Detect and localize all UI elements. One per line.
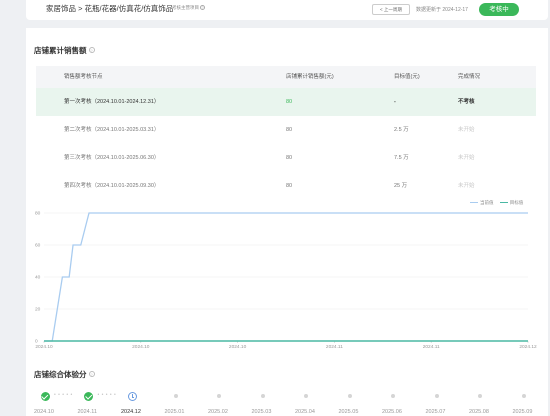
legend-label: 目标值 [509, 200, 524, 205]
assessment-node: 第三次考核（2024.10.01-2025.06.30） [64, 155, 160, 161]
timeline-connector: • • • • • [54, 392, 73, 398]
sales-value: 80 [286, 99, 293, 105]
help-icon: ? [200, 5, 205, 10]
completed-check-icon [40, 391, 50, 401]
pending-dot-icon [260, 394, 265, 398]
completed-check-icon [84, 391, 93, 401]
column-header-target: 目标值(元) [394, 74, 420, 80]
status-value: 未开始 [458, 155, 475, 161]
legend-swatch [470, 202, 478, 204]
timeline-month-label[interactable]: 2024.12 [121, 409, 141, 415]
timeline-month-label[interactable]: 2025.08 [469, 409, 489, 415]
x-tick-label: 2024.11 [423, 344, 440, 350]
column-header-node: 销售额考核节点 [64, 74, 103, 80]
y-tick-label: 80 [35, 211, 41, 217]
assessment-node: 第一次考核（2024.10.01-2024.12.31） [64, 99, 160, 105]
assessment-header: 家居饰品 > 花瓶/花器/仿真花/仿真饰品 考核主营项目? < 上一周期 数据更… [26, 0, 548, 20]
y-tick-label: 60 [35, 243, 41, 249]
legend-swatch [499, 202, 508, 204]
target-value: - [394, 99, 396, 105]
help-icon[interactable]: ? [88, 47, 95, 53]
pending-dot-icon [217, 394, 221, 398]
sales-value: 80 [286, 127, 293, 133]
table-row: 第二次考核（2024.10.01-2025.03.31） 80 2.5 万 未开… [36, 116, 536, 144]
y-tick-label: 40 [35, 275, 41, 281]
assessment-category-label: 考核主营项目 [172, 5, 199, 10]
y-tick-label: 20 [35, 307, 41, 313]
chart-legend: 当前值 目标值 [470, 200, 523, 206]
pending-dot-icon [521, 394, 526, 398]
main-panel: 店铺累计销售额? 销售额考核节点 店铺累计销售额(元) 目标值(元) 完成情况 … [26, 28, 548, 416]
target-value: 2.5 万 [394, 127, 409, 133]
legend-item-target[interactable]: 目标值 [499, 200, 524, 205]
timeline-month-label[interactable]: 2025.06 [382, 409, 402, 415]
timeline-connector: • • • • • [97, 392, 117, 398]
help-icon[interactable]: ? [88, 371, 95, 377]
timeline-month-label[interactable]: 2025.03 [252, 409, 272, 415]
timeline-month-label[interactable]: 2025.07 [426, 409, 446, 415]
x-tick-label: 2024.11 [326, 344, 343, 350]
previous-period-button[interactable]: < 上一周期 [372, 4, 410, 15]
sales-assessment-table: 销售额考核节点 店铺累计销售额(元) 目标值(元) 完成情况 第一次考核（202… [36, 66, 536, 200]
y-tick-label: 0 [35, 339, 38, 345]
assessment-status-button[interactable]: 考核中 [479, 3, 519, 16]
data-updated-text: 数据更新于 2024-12-17 [416, 7, 468, 13]
timeline-month-label[interactable]: 2024.11 [78, 409, 97, 415]
assessment-category-link[interactable]: 考核主营项目? [172, 5, 205, 11]
target-value: 7.5 万 [394, 155, 409, 161]
x-tick-label: 2024.10 [132, 344, 150, 350]
pending-dot-icon [478, 394, 482, 398]
x-tick-label: 2024.12 [519, 344, 537, 350]
timeline-month-label[interactable]: 2024.10 [34, 409, 54, 415]
clock-icon [127, 391, 137, 401]
timeline-month-label[interactable]: 2025.01 [165, 409, 185, 415]
score-section-title-text: 店铺综合体验分 [34, 370, 87, 379]
sales-value: 80 [286, 155, 293, 161]
timeline-month-label[interactable]: 2025.09 [513, 409, 533, 415]
sales-section-title: 店铺累计销售额? [34, 45, 95, 56]
status-value: 未开始 [458, 127, 475, 133]
sales-section-title-text: 店铺累计销售额 [34, 46, 87, 55]
legend-item-current[interactable]: 当前值 [470, 200, 494, 205]
table-header: 销售额考核节点 店铺累计销售额(元) 目标值(元) 完成情况 [36, 66, 536, 88]
column-header-status: 完成情况 [458, 74, 481, 80]
table-row: 第一次考核（2024.10.01-2024.12.31） 80 - 不考核 [36, 88, 536, 116]
table-row: 第三次考核（2024.10.01-2025.06.30） 80 7.5 万 未开… [36, 144, 536, 172]
status-value: 不考核 [458, 99, 475, 105]
timeline-month-label[interactable]: 2025.05 [339, 409, 359, 415]
score-section-title: 店铺综合体验分? [34, 369, 95, 380]
legend-label: 当前值 [480, 200, 494, 205]
pending-dot-icon [391, 394, 395, 398]
sales-line-chart: 0 20 40 60 80 2024.10 2024.10 2024.10 2024.11 202… [35, 211, 537, 350]
pending-dot-icon [434, 394, 439, 398]
pending-dot-icon [173, 394, 178, 398]
pending-dot-icon [347, 394, 352, 398]
timeline-month-label[interactable]: 2025.04 [295, 409, 315, 415]
pending-dot-icon [304, 394, 308, 398]
assessment-node: 第二次考核（2024.10.01-2025.03.31） [64, 127, 160, 133]
timeline-month-label[interactable]: 2025.02 [208, 409, 228, 415]
x-tick-label: 2024.10 [35, 344, 53, 350]
column-header-sales: 店铺累计销售额(元) [286, 74, 334, 80]
category-breadcrumb: 家居饰品 > 花瓶/花器/仿真花/仿真饰品 [46, 4, 174, 13]
x-tick-label: 2024.10 [229, 344, 247, 350]
